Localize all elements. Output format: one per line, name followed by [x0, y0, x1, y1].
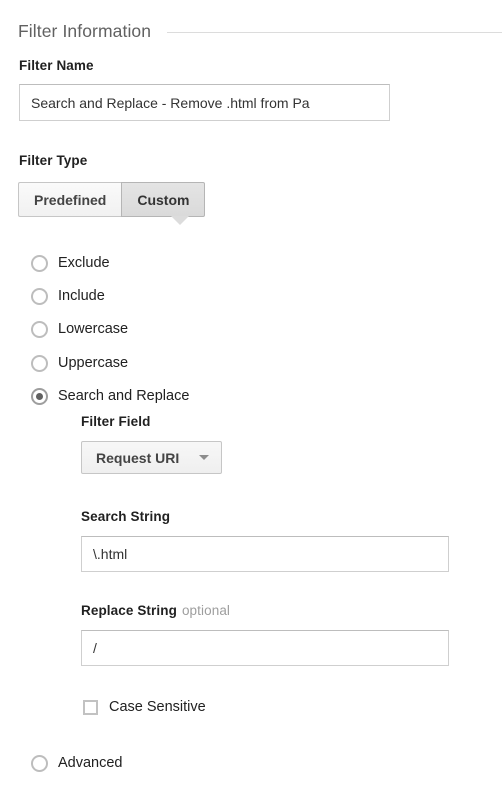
search-string-input[interactable] — [81, 536, 449, 572]
radio-option-advanced[interactable]: Advanced — [31, 752, 123, 774]
chevron-down-icon — [199, 455, 210, 460]
selected-tab-caret-icon — [171, 216, 189, 225]
radio-option-include[interactable]: Include — [31, 285, 105, 307]
header-divider — [167, 31, 502, 33]
radio-option-label: Exclude — [58, 255, 110, 271]
checkbox-icon — [83, 699, 98, 715]
radio-option-label: Include — [58, 288, 105, 304]
replace-string-optional-hint: optional — [181, 603, 231, 618]
radio-option-label: Search and Replace — [58, 388, 190, 404]
tab-predefined[interactable]: Predefined — [18, 182, 122, 217]
filter-name-label: Filter Name — [19, 58, 94, 73]
filter-field-label: Filter Field — [81, 414, 151, 429]
filter-type-tab-group: Predefined Custom — [18, 182, 206, 217]
tab-custom[interactable]: Custom — [121, 182, 206, 217]
radio-option-lowercase[interactable]: Lowercase — [31, 318, 128, 340]
radio-option-uppercase[interactable]: Uppercase — [31, 352, 128, 374]
radio-circle-icon — [31, 254, 48, 272]
filter-field-dropdown[interactable]: Request URI — [81, 441, 223, 474]
case-sensitive-label: Case Sensitive — [109, 699, 206, 715]
filter-type-label: Filter Type — [19, 153, 88, 168]
radio-circle-icon — [31, 320, 48, 338]
filter-name-input[interactable] — [19, 84, 390, 121]
radio-option-label: Lowercase — [58, 321, 129, 337]
radio-option-exclude[interactable]: Exclude — [31, 252, 110, 274]
filter-field-selected-value: Request URI — [96, 449, 180, 466]
radio-circle-icon — [31, 287, 48, 305]
replace-string-label: Replace String optional — [81, 603, 230, 618]
radio-option-search-and-replace[interactable]: Search and Replace — [31, 385, 189, 407]
radio-option-label: Advanced — [58, 755, 123, 771]
section-header: Filter Information — [18, 19, 502, 43]
replace-string-input[interactable] — [81, 630, 449, 666]
radio-circle-icon — [31, 754, 48, 772]
radio-circle-icon — [31, 354, 48, 372]
case-sensitive-checkbox-row[interactable]: Case Sensitive — [83, 697, 206, 717]
radio-option-label: Uppercase — [58, 355, 129, 371]
page-title: Filter Information — [18, 20, 152, 41]
radio-circle-selected-icon — [31, 387, 48, 405]
replace-string-label-text: Replace String — [81, 603, 177, 618]
search-string-label: Search String — [81, 509, 171, 524]
